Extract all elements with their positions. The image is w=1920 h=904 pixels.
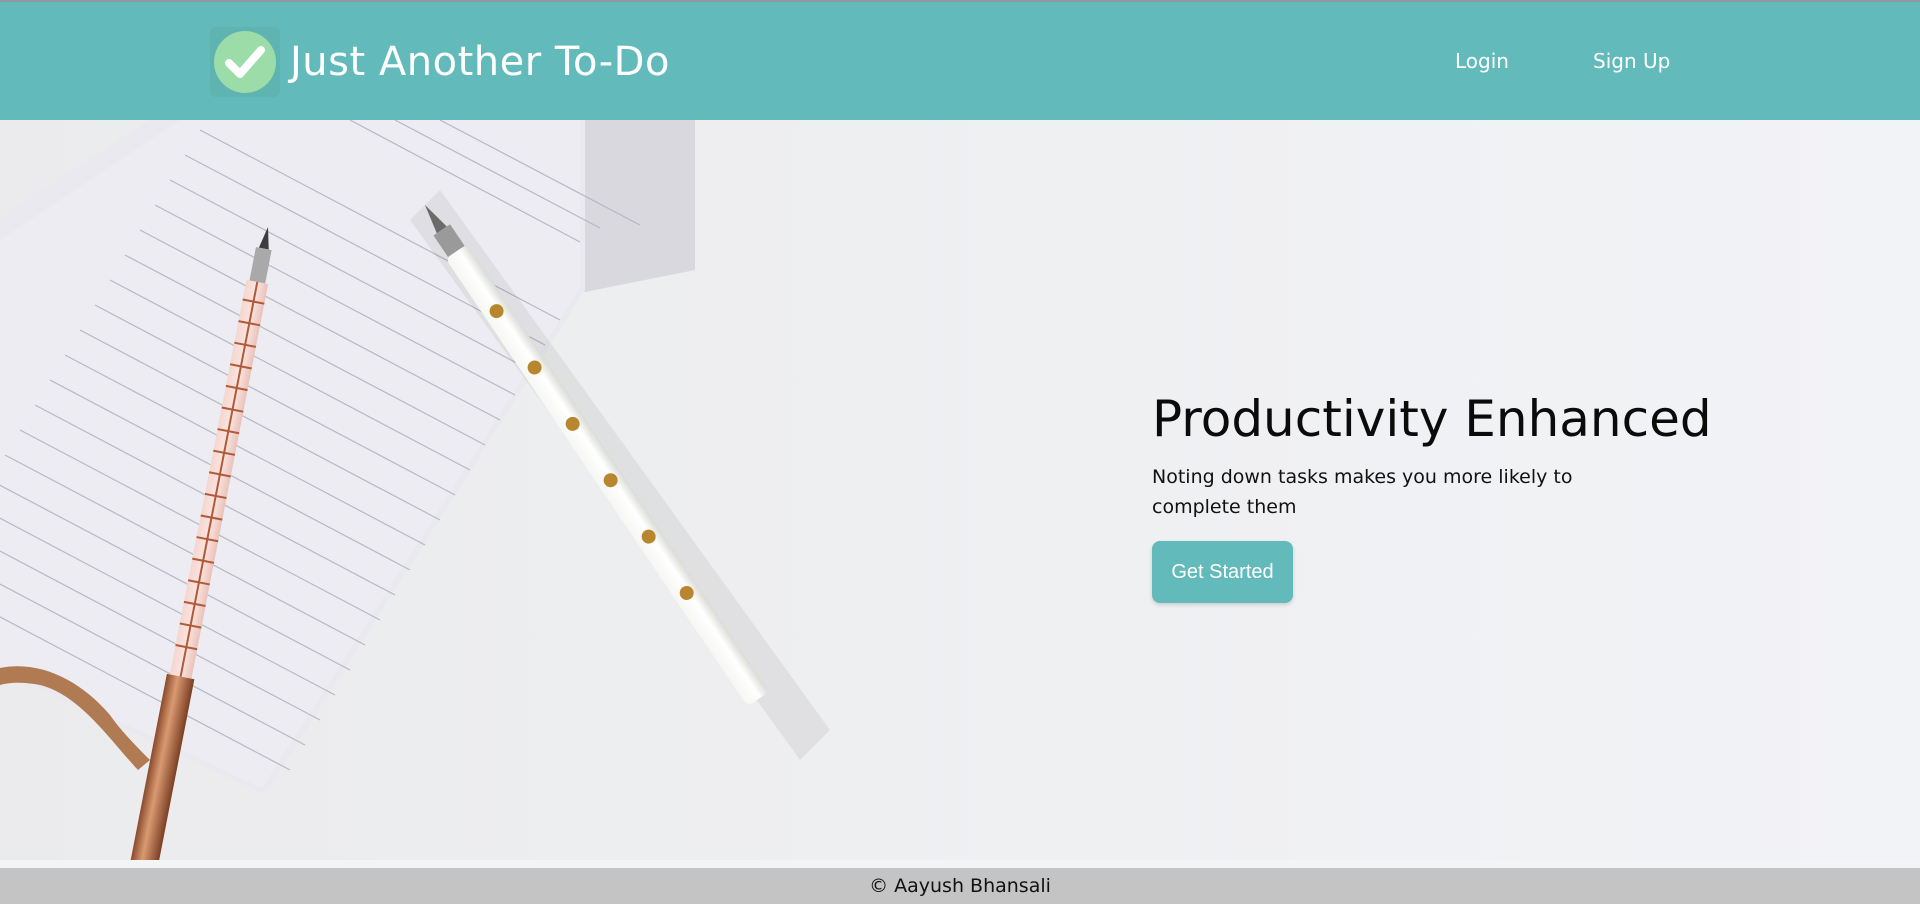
- notepad-and-pens-image: [0, 120, 830, 860]
- hero-subtitle: Noting down tasks makes you more likely …: [1152, 466, 1573, 518]
- get-started-button[interactable]: Get Started: [1152, 541, 1293, 603]
- navbar: Just Another To-Do Login Sign Up: [0, 2, 1920, 120]
- hero-title: Productivity Enhanced: [1152, 390, 1712, 448]
- nav-links: Login Sign Up: [0, 49, 1920, 79]
- hero-section: Productivity Enhanced Noting down tasks …: [0, 120, 1920, 860]
- signup-link[interactable]: Sign Up: [1593, 49, 1670, 73]
- footer-copyright: © Aayush Bhansali: [869, 875, 1051, 897]
- login-link[interactable]: Login: [1455, 49, 1509, 73]
- footer: © Aayush Bhansali: [0, 868, 1920, 904]
